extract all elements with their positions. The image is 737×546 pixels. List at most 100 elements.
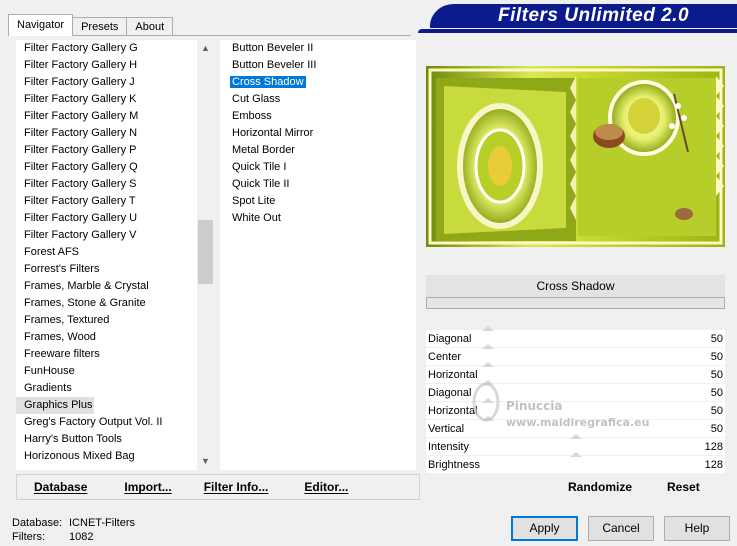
parameter-slider[interactable]: Horizontal 50 [426, 398, 725, 420]
slider-marker-icon[interactable] [482, 362, 494, 367]
slider-marker-icon[interactable] [570, 434, 582, 439]
category-item[interactable]: Frames, Stone & Granite [16, 295, 214, 312]
slider-marker-icon[interactable] [482, 344, 494, 349]
filter-item[interactable]: Metal Border [220, 142, 416, 159]
status-area: Database: ICNET-Filters Filters: 1082 [12, 516, 135, 544]
category-scrollbar[interactable]: ▲ ▼ [197, 40, 214, 470]
preset-action-bar: Randomize Reset [426, 474, 725, 500]
slider-marker-icon[interactable] [482, 398, 494, 403]
parameter-name: Vertical [428, 423, 465, 435]
list-action-bar: Database Import... Filter Info... Editor… [16, 474, 420, 500]
parameter-value: 128 [704, 459, 723, 471]
parameter-slider[interactable]: Diagonal 50 [426, 326, 725, 348]
category-item[interactable]: Filter Factory Gallery V [16, 227, 214, 244]
database-button[interactable]: Database [34, 475, 87, 499]
parameter-name: Diagonal [428, 387, 472, 399]
tab-about[interactable]: About [126, 17, 174, 36]
category-item[interactable]: Forest AFS [16, 244, 214, 261]
category-item[interactable]: Filter Factory Gallery S [16, 176, 214, 193]
import-button[interactable]: Import... [124, 475, 171, 499]
category-item[interactable]: Filter Factory Gallery P [16, 142, 214, 159]
category-item[interactable]: Gradients [16, 380, 214, 397]
scroll-thumb[interactable] [198, 220, 213, 284]
category-list[interactable]: Filter Factory Gallery G Filter Factory G… [16, 40, 214, 470]
database-label: Database: [12, 517, 63, 529]
category-item[interactable]: Horizonous Mixed Bag [16, 448, 214, 465]
filter-item[interactable]: Button Beveler II [220, 40, 416, 57]
tab-navigator[interactable]: Navigator [8, 14, 74, 36]
category-item[interactable]: Freeware filters [16, 346, 214, 363]
filter-item[interactable]: Emboss [220, 108, 416, 125]
category-item[interactable]: Filter Factory Gallery Q [16, 159, 214, 176]
filter-item-label: Metal Border [232, 144, 295, 156]
category-item[interactable]: Filter Factory Gallery N [16, 125, 214, 142]
reset-button[interactable]: Reset [667, 474, 700, 500]
parameter-panel: Diagonal 50 Center 50 Horizontal 50 Diagonal 50… [426, 326, 725, 474]
randomize-button[interactable]: Randomize [568, 474, 632, 500]
filter-item-label: Quick Tile I [232, 161, 287, 173]
app-title-banner: Filters Unlimited 2.0 [430, 4, 737, 28]
filter-item[interactable]: Quick Tile II [220, 176, 416, 193]
parameter-value: 50 [710, 351, 723, 363]
parameter-name: Intensity [428, 441, 469, 453]
category-item[interactable]: Filter Factory Gallery M [16, 108, 214, 125]
parameter-slider[interactable]: Brightness 128 [426, 452, 725, 474]
parameter-value: 50 [710, 423, 723, 435]
filter-item-label: White Out [232, 212, 281, 224]
category-item[interactable]: Graphics Plus [16, 397, 94, 414]
filter-item-label: Quick Tile II [232, 178, 290, 190]
filter-item-label: Spot Lite [232, 195, 276, 207]
category-item[interactable]: Frames, Wood [16, 329, 214, 346]
category-item[interactable]: Greg's Factory Output Vol. II [16, 414, 214, 431]
parameter-name: Brightness [428, 459, 480, 471]
parameter-name: Horizontal [428, 405, 478, 417]
parameter-value: 50 [710, 333, 723, 345]
category-item[interactable]: Filter Factory Gallery T [16, 193, 214, 210]
category-item[interactable]: Frames, Textured [16, 312, 214, 329]
cancel-button[interactable]: Cancel [588, 516, 654, 541]
filter-item[interactable]: Quick Tile I [220, 159, 416, 176]
category-item[interactable]: Filter Factory Gallery J [16, 74, 214, 91]
filter-item[interactable]: Button Beveler III [220, 57, 416, 74]
filter-item[interactable]: Horizontal Mirror [220, 125, 416, 142]
parameter-value: 128 [704, 441, 723, 453]
category-item[interactable]: Forrest's Filters [16, 261, 214, 278]
slider-marker-icon[interactable] [570, 452, 582, 457]
filter-item[interactable]: Spot Lite [220, 193, 416, 210]
category-item[interactable]: Filter Factory Gallery H [16, 57, 214, 74]
preview-image [426, 66, 725, 247]
tab-presets[interactable]: Presets [72, 17, 128, 36]
parameter-slider[interactable]: Horizontal 50 [426, 362, 725, 384]
category-item[interactable]: Filter Factory Gallery K [16, 91, 214, 108]
filter-item-label: Horizontal Mirror [232, 127, 314, 139]
database-value: ICNET-Filters [69, 517, 135, 529]
scroll-up-icon[interactable]: ▲ [197, 40, 214, 57]
filter-item-label: Emboss [232, 110, 272, 122]
parameter-value: 50 [710, 405, 723, 417]
filter-item-label: Button Beveler II [232, 42, 314, 54]
parameter-name: Diagonal [428, 333, 472, 345]
filter-info-button[interactable]: Filter Info... [204, 475, 269, 499]
apply-button[interactable]: Apply [511, 516, 578, 541]
help-button[interactable]: Help [664, 516, 730, 541]
category-item[interactable]: Filter Factory Gallery U [16, 210, 214, 227]
parameter-slider[interactable]: Center 50 [426, 344, 725, 366]
scroll-down-icon[interactable]: ▼ [197, 453, 214, 470]
current-filter-name: Cross Shadow [426, 275, 725, 297]
category-item[interactable]: Frames, Marble & Crystal [16, 278, 214, 295]
category-item[interactable]: Filter Factory Gallery G [16, 40, 214, 57]
filter-list[interactable]: Button Beveler II Button Beveler III Cross… [220, 40, 416, 470]
slider-marker-icon[interactable] [482, 326, 494, 331]
parameter-slider[interactable]: Diagonal 50 [426, 380, 725, 402]
editor-button[interactable]: Editor... [304, 475, 348, 499]
parameter-value: 50 [710, 387, 723, 399]
filter-item-label: Cross Shadow [230, 76, 306, 88]
filter-item[interactable]: White Out [220, 210, 416, 227]
category-item[interactable]: Harry's Button Tools [16, 431, 214, 448]
slider-marker-icon[interactable] [482, 416, 494, 421]
slider-marker-icon[interactable] [482, 380, 494, 385]
category-item[interactable]: FunHouse [16, 363, 214, 380]
filter-item[interactable]: Cross Shadow [220, 74, 416, 91]
filter-item[interactable]: Cut Glass [220, 91, 416, 108]
parameter-name: Horizontal [428, 369, 478, 381]
